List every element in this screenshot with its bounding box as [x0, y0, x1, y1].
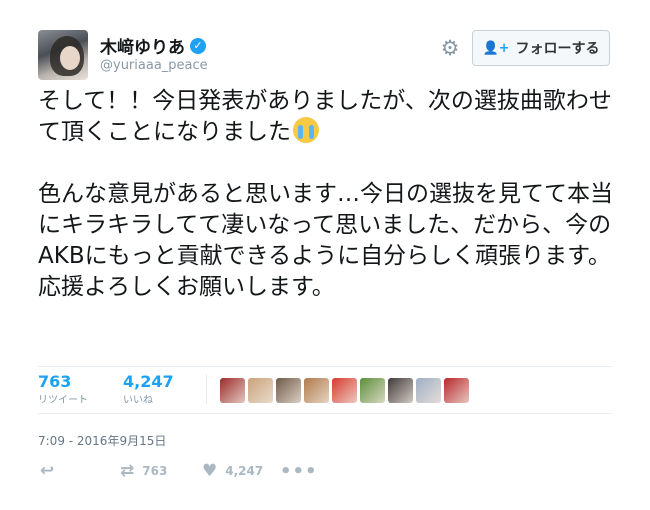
user-avatar[interactable]: [38, 30, 88, 80]
reply-button[interactable]: ↩: [40, 461, 120, 481]
gear-icon[interactable]: ⚙: [439, 37, 461, 59]
retweet-stat[interactable]: 763 リツイート: [38, 372, 88, 408]
retweet-button[interactable]: ⇄ 763: [120, 461, 202, 481]
liker-avatar[interactable]: [304, 378, 329, 403]
follow-button-label: フォローする: [515, 41, 600, 57]
like-stat-count: 4,247: [123, 372, 174, 391]
reply-icon: ↩: [40, 461, 55, 481]
liker-avatar[interactable]: [220, 378, 245, 403]
stats-bottom-divider: [38, 413, 612, 414]
verified-badge-icon: ✓: [190, 37, 206, 54]
like-stat[interactable]: 4,247 いいね: [123, 372, 174, 408]
user-handle[interactable]: @yuriaaa_peace: [100, 58, 208, 73]
liker-avatar[interactable]: [248, 378, 273, 403]
heart-icon: ♥: [202, 461, 218, 481]
tweet-timestamp[interactable]: 7:09 - 2016年9月15日: [38, 432, 166, 449]
liker-avatar[interactable]: [276, 378, 301, 403]
follow-button[interactable]: 👤+ フォローする: [472, 30, 610, 66]
like-action-count: 4,247: [225, 464, 264, 478]
tweet-actions: ↩ ⇄ 763 ♥ 4,247 •••: [40, 458, 318, 484]
display-name[interactable]: 木﨑ゆりあ: [100, 33, 185, 58]
liker-avatar[interactable]: [332, 378, 357, 403]
tweet-paragraph-2: 色んな意見があると思います…今日の選抜を見てて本当にキラキラしてて凄いなって思い…: [38, 181, 613, 300]
liker-avatar[interactable]: [444, 378, 469, 403]
liker-avatars: [220, 378, 469, 403]
retweet-icon: ⇄: [120, 461, 135, 481]
liker-avatar[interactable]: [388, 378, 413, 403]
tweet-paragraph-1-text: そして！！今日発表がありましたが、次の選抜曲歌わせて頂くことになりました: [38, 88, 612, 145]
retweet-stat-label: リツイート: [38, 395, 88, 406]
retweet-stat-count: 763: [38, 372, 72, 391]
tweet-text: そして！！今日発表がありましたが、次の選抜曲歌わせて頂くことになりました 色んな…: [38, 86, 618, 303]
liker-avatar[interactable]: [416, 378, 441, 403]
avatar-face: [60, 46, 80, 70]
like-button[interactable]: ♥ 4,247: [202, 461, 280, 481]
name-row: 木﨑ゆりあ ✓: [100, 33, 206, 58]
more-button[interactable]: •••: [280, 461, 318, 482]
more-dots-icon: •••: [280, 460, 318, 482]
liker-avatar[interactable]: [360, 378, 385, 403]
like-stat-label: いいね: [123, 395, 153, 406]
retweet-action-count: 763: [142, 464, 168, 478]
tweet-paragraph-1: そして！！今日発表がありましたが、次の選抜曲歌わせて頂くことになりました: [38, 86, 618, 148]
loudly-crying-emoji-icon: [293, 117, 319, 143]
stats-separator: [206, 374, 207, 404]
add-user-icon: 👤+: [482, 40, 510, 56]
stats-top-divider: [38, 366, 612, 367]
